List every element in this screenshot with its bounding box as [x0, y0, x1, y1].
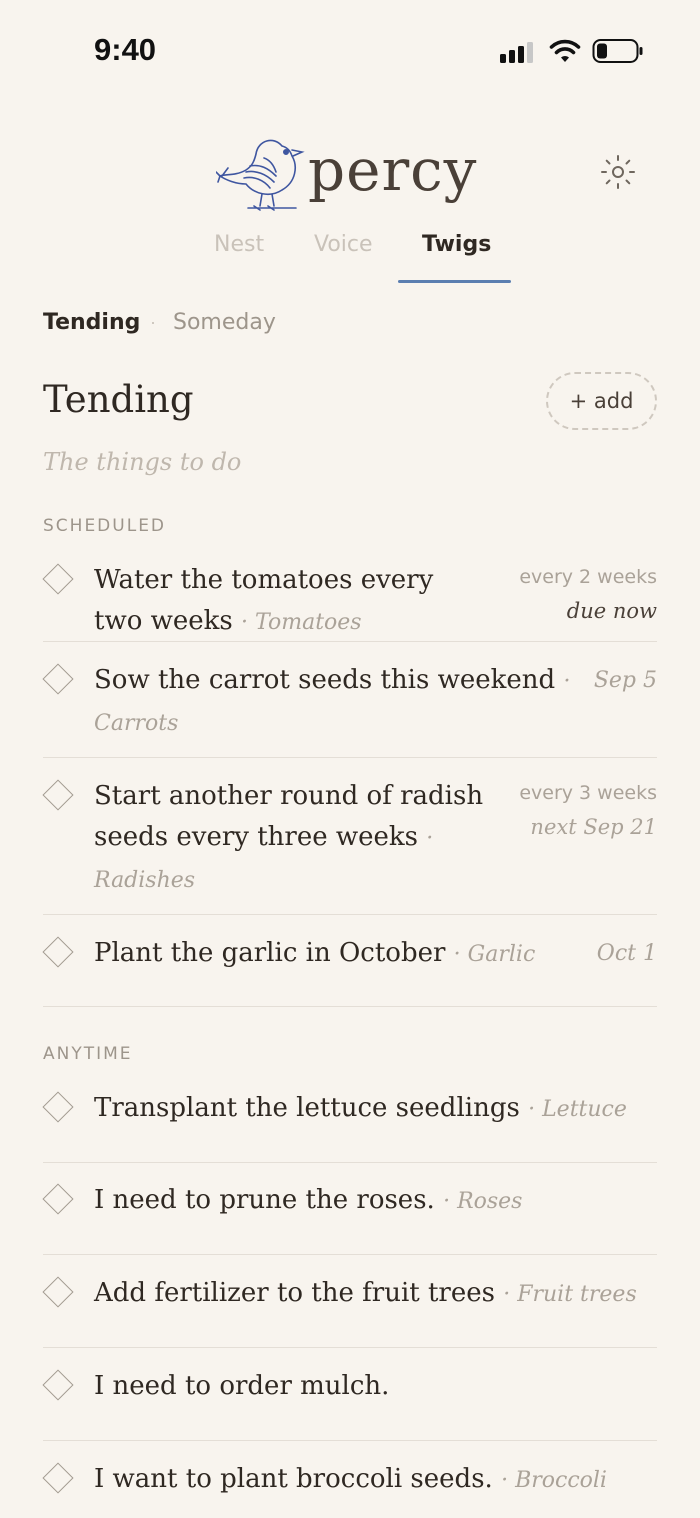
task-title: Sow the carrot seeds this weekend — [94, 665, 556, 695]
task-tag[interactable]: · Garlic — [454, 942, 536, 967]
task-meta: Sep 5 — [594, 660, 657, 701]
subtab-tending[interactable]: Tending — [43, 310, 140, 335]
task-title: I want to plant broccoli seeds. — [94, 1464, 493, 1494]
subtab-separator: · — [150, 312, 156, 332]
group-label-scheduled: SCHEDULED — [43, 516, 167, 536]
add-button[interactable]: + add — [546, 372, 657, 430]
task-text: I need to prune the roses. · Roses — [94, 1180, 522, 1222]
task-checkbox-icon[interactable] — [42, 563, 74, 595]
task-title: Start another round of radish — [94, 781, 484, 811]
task-meta: every 2 weeks due now — [519, 560, 657, 628]
wifi-icon — [549, 39, 581, 62]
task-tag[interactable]: · Fruit trees — [503, 1282, 637, 1307]
task-row[interactable]: Plant the garlic in October · Garlic Oct… — [42, 933, 657, 1007]
task-tag[interactable]: · Broccoli — [501, 1468, 607, 1493]
task-row[interactable]: I need to order mulch. — [42, 1366, 657, 1441]
status-bar: 9:40 — [0, 0, 700, 100]
task-title-continued: two weeks — [94, 606, 233, 636]
task-title: Transplant the lettuce seedlings — [94, 1093, 520, 1123]
task-text: Add fertilizer to the fruit trees · Frui… — [94, 1273, 637, 1315]
page-subtitle: The things to do — [43, 448, 242, 476]
main-tabs: Nest Voice Twigs — [0, 228, 700, 288]
task-row[interactable]: Sow the carrot seeds this weekend · Carr… — [42, 660, 657, 758]
task-checkbox-icon[interactable] — [42, 1369, 74, 1401]
task-title-continued: seeds every three weeks — [94, 822, 418, 852]
battery-icon — [592, 39, 643, 63]
task-date: Sep 5 — [593, 668, 657, 693]
task-text: I need to order mulch. — [94, 1366, 389, 1407]
tab-voice[interactable]: Voice — [314, 232, 373, 257]
task-row[interactable]: Start another round of radish seeds ever… — [42, 776, 657, 915]
task-row[interactable]: Water the tomatoes every two weeks · Tom… — [42, 560, 657, 643]
sun-gear-icon — [601, 155, 635, 189]
task-tag[interactable]: · Tomatoes — [241, 610, 362, 635]
task-tag-separator: · — [426, 826, 434, 851]
task-tag[interactable]: Radishes — [94, 868, 195, 893]
brand-wordmark: percy — [308, 136, 478, 204]
task-title: Water the tomatoes every — [94, 565, 434, 595]
task-tag[interactable]: · Roses — [443, 1189, 522, 1214]
task-checkbox-icon[interactable] — [42, 1276, 74, 1308]
cellular-signal-icon — [500, 41, 538, 63]
task-checkbox-icon[interactable] — [42, 936, 74, 968]
task-meta: every 3 weeks next Sep 21 — [519, 776, 657, 844]
task-checkbox-icon[interactable] — [42, 779, 74, 811]
task-row[interactable]: I need to prune the roses. · Roses — [42, 1180, 657, 1255]
task-title: I need to prune the roses. — [94, 1185, 435, 1215]
task-next-date: next Sep 21 — [530, 815, 657, 839]
task-text: Start another round of radish seeds ever… — [94, 776, 483, 901]
task-title: Plant the garlic in October — [94, 938, 446, 968]
subtab-someday[interactable]: Someday — [173, 310, 276, 335]
task-checkbox-icon[interactable] — [42, 1091, 74, 1123]
page-title: Tending — [43, 378, 194, 421]
task-row[interactable]: Transplant the lettuce seedlings · Lettu… — [42, 1088, 657, 1163]
group-label-anytime: ANYTIME — [43, 1044, 133, 1064]
task-cadence: every 2 weeks — [519, 566, 657, 588]
task-text: Transplant the lettuce seedlings · Lettu… — [94, 1088, 627, 1130]
task-title: Add fertilizer to the fruit trees — [94, 1278, 495, 1308]
active-tab-indicator — [398, 280, 511, 283]
task-meta: Oct 1 — [597, 933, 657, 974]
task-cadence: every 3 weeks — [519, 782, 657, 804]
task-checkbox-icon[interactable] — [42, 1462, 74, 1494]
task-checkbox-icon[interactable] — [42, 663, 74, 695]
app-logo: percy — [216, 128, 486, 216]
task-text: Sow the carrot seeds this weekend · Carr… — [94, 660, 570, 744]
tab-twigs[interactable]: Twigs — [422, 232, 491, 257]
tab-nest[interactable]: Nest — [214, 232, 264, 257]
task-due: due now — [566, 599, 657, 623]
task-row[interactable]: I want to plant broccoli seeds. · Brocco… — [42, 1459, 657, 1518]
task-checkbox-icon[interactable] — [42, 1183, 74, 1215]
bird-logo-icon — [216, 139, 305, 211]
status-time: 9:40 — [94, 32, 157, 67]
task-text: Plant the garlic in October · Garlic — [94, 933, 535, 975]
task-tag[interactable]: Carrots — [94, 711, 178, 736]
task-tag[interactable]: · Lettuce — [528, 1097, 627, 1122]
task-text: Water the tomatoes every two weeks · Tom… — [94, 560, 433, 643]
settings-button[interactable] — [596, 150, 640, 194]
task-text: I want to plant broccoli seeds. · Brocco… — [94, 1459, 607, 1501]
task-tag-separator: · — [563, 669, 571, 694]
task-row[interactable]: Add fertilizer to the fruit trees · Frui… — [42, 1273, 657, 1348]
task-title: I need to order mulch. — [94, 1371, 390, 1401]
task-date: Oct 1 — [596, 941, 657, 966]
